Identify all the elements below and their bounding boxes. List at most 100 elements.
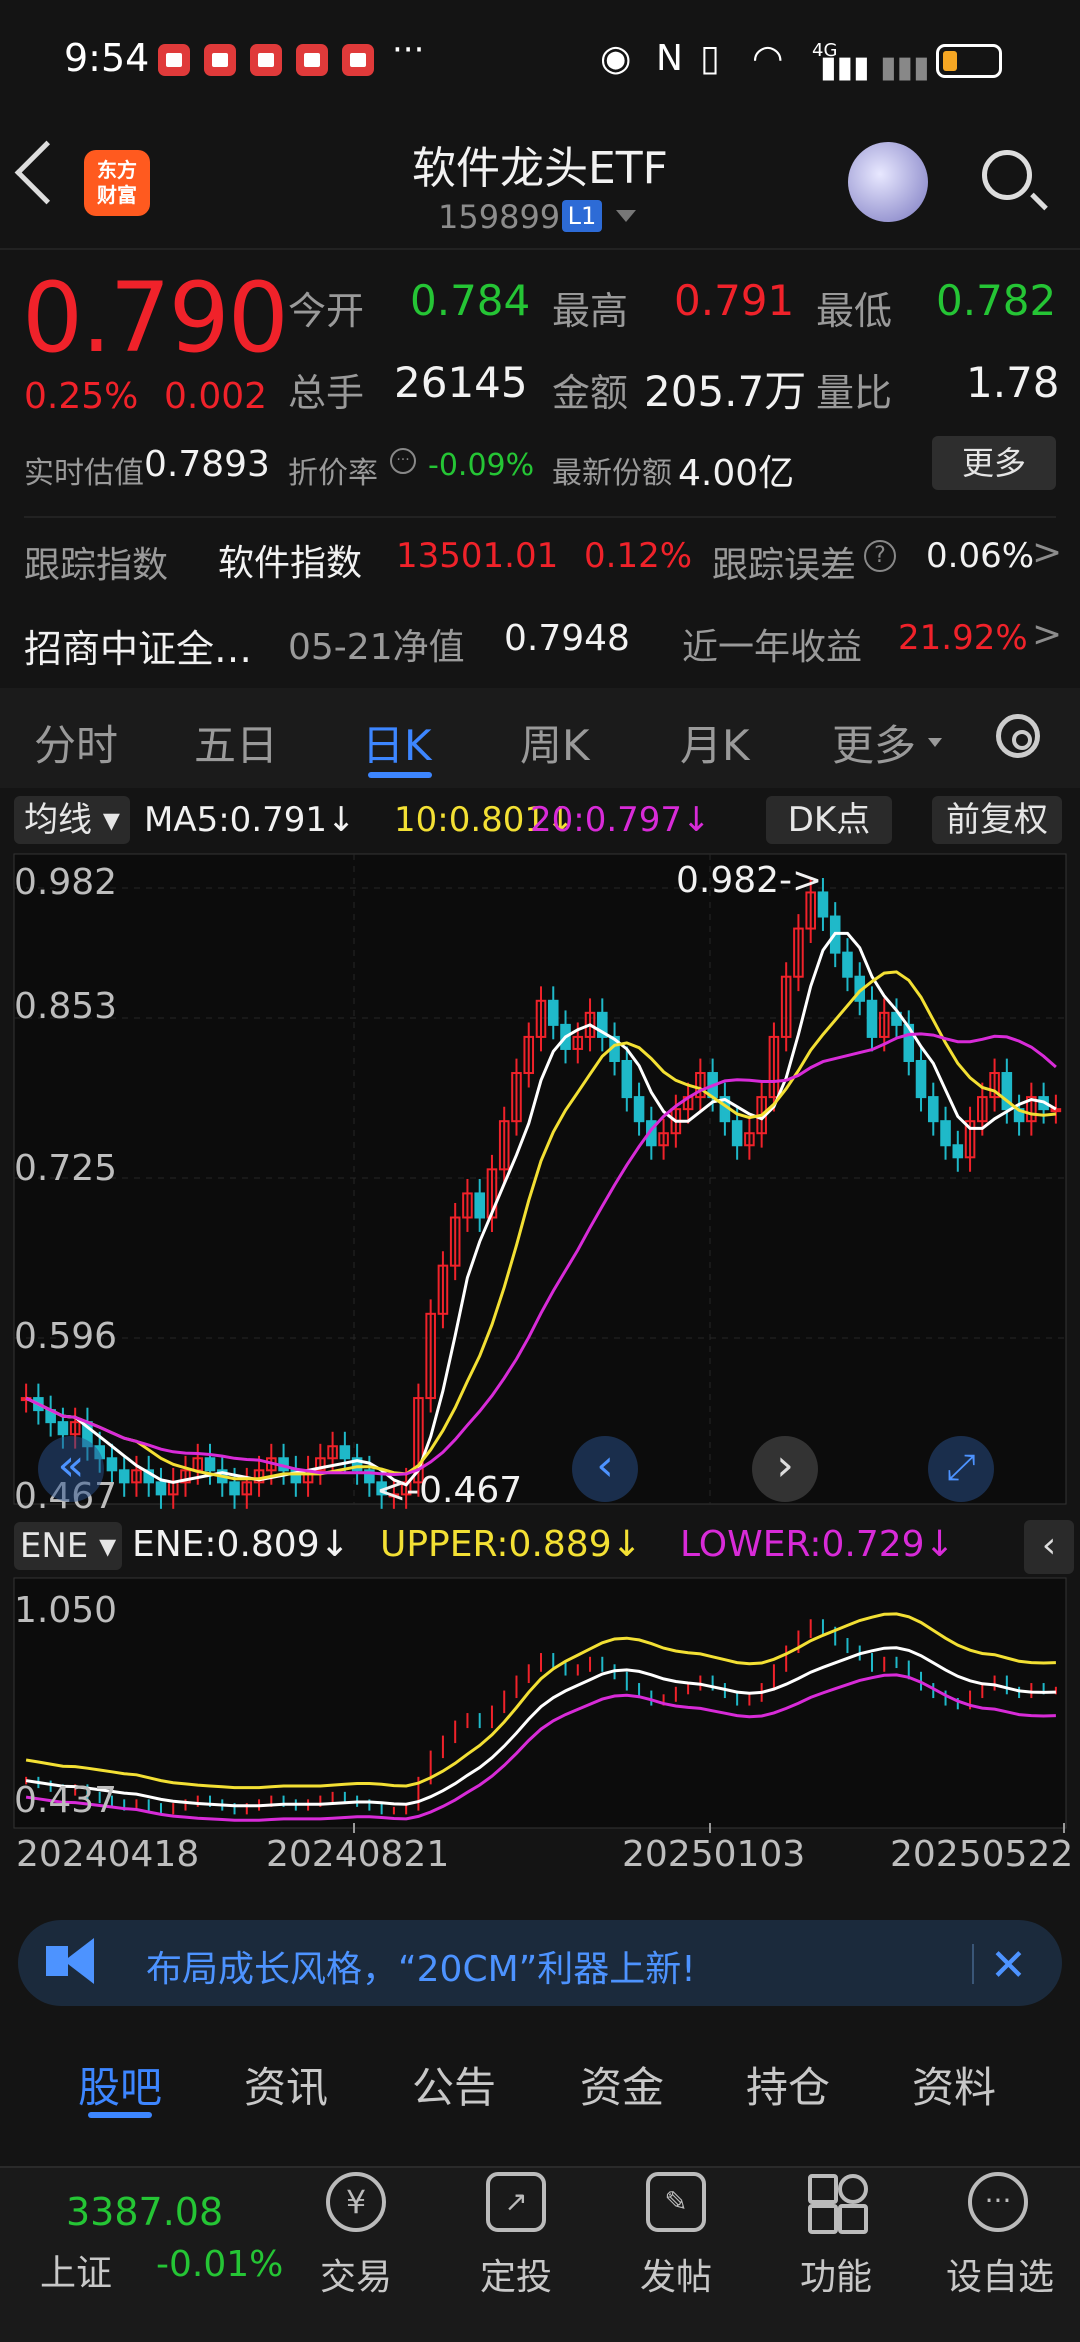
min-label: <-0.467: [376, 1470, 523, 1511]
tab-holdings[interactable]: 持仓: [746, 2054, 830, 2115]
tracking-index-label: 跟踪指数: [24, 545, 169, 586]
assistant-robot-icon[interactable]: [848, 142, 928, 222]
candle: [915, 1059, 927, 1099]
rewind-button[interactable]: «: [38, 1436, 104, 1502]
volume-ratio-value: 1.78: [966, 358, 1060, 407]
shares-value: 4.00亿: [678, 453, 795, 494]
candle: [118, 1469, 130, 1484]
tab-monthly-k[interactable]: 月K: [680, 712, 750, 773]
tab-profile[interactable]: 资料: [912, 2054, 996, 2115]
shares-label: 最新份额: [552, 456, 672, 491]
help-icon[interactable]: ?: [864, 540, 896, 572]
fund-name[interactable]: 招商中证全…: [24, 618, 252, 673]
active-tab-indicator: [88, 2112, 152, 2118]
change-pct: 0.25%: [24, 376, 139, 417]
stock-code[interactable]: 159899: [438, 198, 560, 236]
tab-announcements[interactable]: 公告: [412, 2054, 496, 2115]
watchlist-icon[interactable]: ···: [968, 2172, 1028, 2232]
volume-ratio-label: 量比: [816, 371, 893, 415]
low-label: 最低: [816, 289, 893, 333]
megaphone-icon: [46, 1938, 94, 1984]
chevron-down-icon[interactable]: [928, 738, 942, 747]
signal-icon: ▮▮▮: [820, 50, 870, 85]
tab-capital[interactable]: 资金: [580, 2054, 664, 2115]
chevron-right-icon[interactable]: >: [1032, 614, 1062, 655]
vibrate-icon: ▯: [700, 38, 720, 79]
tracking-error-value: 0.06%: [926, 536, 1035, 576]
amount-value: 205.7万: [644, 367, 807, 416]
tab-forum[interactable]: 股吧: [78, 2054, 162, 2115]
ma5-value: MA5:0.791↓: [144, 800, 356, 840]
tracking-index-value: 13501.01: [396, 536, 559, 576]
iopv-value: 0.7893: [144, 444, 270, 485]
battery-icon: [936, 44, 1002, 78]
candle: [229, 1481, 240, 1496]
candle: [339, 1445, 351, 1460]
ene-value: ENE:0.809↓: [132, 1524, 350, 1565]
tab-daily-k[interactable]: 日K: [362, 712, 432, 773]
gear-icon[interactable]: [996, 714, 1040, 758]
status-time: 9:54: [64, 36, 150, 80]
status-bar: 9:54 ··· ◉ N ▯ ◠ 4G ▮▮▮ ▮▮▮: [0, 0, 1080, 120]
candle: [731, 1120, 743, 1147]
candle: [1050, 1108, 1062, 1113]
ene-tick: 0.437: [14, 1780, 118, 1821]
more-button[interactable]: 更多: [932, 436, 1056, 490]
dk-point-button[interactable]: DK点: [766, 796, 892, 844]
next-button[interactable]: ›: [752, 1436, 818, 1502]
nav-functions[interactable]: 功能: [800, 2248, 872, 2300]
close-icon[interactable]: ✕: [990, 1940, 1027, 1991]
date-tick: 20250522: [890, 1834, 1074, 1875]
price-tick: 0.853: [14, 986, 118, 1027]
candle: [106, 1457, 118, 1472]
tab-news[interactable]: 资讯: [244, 2054, 328, 2115]
ene-lower-value: LOWER:0.729↓: [680, 1524, 955, 1565]
ene-selector[interactable]: ENE ▾: [14, 1522, 122, 1570]
nav-trade[interactable]: 交易: [320, 2248, 392, 2300]
fullscreen-icon[interactable]: ⤢: [928, 1436, 994, 1502]
premium-value: -0.09%: [428, 448, 535, 483]
ene-tick: 1.050: [14, 1590, 118, 1631]
tracking-index-name[interactable]: 软件指数: [218, 534, 362, 586]
iopv-label: 实时估值: [24, 456, 144, 491]
price-panel: [13, 853, 1067, 1505]
trade-icon[interactable]: ¥: [326, 2172, 386, 2232]
ma20-value: 20:0.797↓: [530, 800, 711, 840]
nav-post[interactable]: 发帖: [640, 2248, 712, 2300]
one-year-return-label: 近一年收益: [682, 627, 863, 668]
index-value[interactable]: 3387.08: [66, 2190, 223, 2234]
candle: [940, 1120, 951, 1147]
functions-icon[interactable]: [808, 2174, 868, 2234]
active-tab-indicator: [368, 772, 432, 778]
amount-label: 金额: [552, 371, 629, 415]
chevron-down-icon[interactable]: [616, 210, 636, 222]
search-icon[interactable]: [982, 150, 1032, 200]
banner-text[interactable]: 布局成长风格，“20CM”利器上新!: [146, 1940, 696, 1992]
notification-icon: [204, 44, 236, 76]
tab-weekly-k[interactable]: 周K: [520, 712, 590, 773]
nav-value: 0.7948: [504, 618, 630, 659]
nav-fixed-investment[interactable]: 定投: [480, 2248, 552, 2300]
tab-five-day[interactable]: 五日: [194, 712, 278, 773]
more-notifications-icon: ···: [392, 30, 425, 70]
collapse-icon[interactable]: ‹: [1024, 1520, 1074, 1574]
info-icon[interactable]: ···: [390, 448, 416, 474]
indicator-selector[interactable]: 均线 ▾: [14, 796, 130, 844]
chevron-right-icon[interactable]: >: [1032, 532, 1062, 573]
tab-intraday[interactable]: 分时: [34, 712, 118, 773]
level-badge[interactable]: L1: [562, 200, 602, 232]
tab-more[interactable]: 更多: [832, 712, 916, 773]
post-icon[interactable]: ✎: [646, 2172, 706, 2232]
index-pct[interactable]: -0.01%: [156, 2244, 283, 2285]
fixed-investment-icon[interactable]: ↗: [486, 2172, 546, 2232]
kline-chart[interactable]: [0, 848, 1080, 1908]
index-name[interactable]: 上证: [40, 2244, 112, 2296]
candle: [621, 1059, 633, 1099]
nav-add-watchlist[interactable]: 设自选: [946, 2248, 1054, 2300]
adjust-button[interactable]: 前复权: [932, 796, 1062, 844]
candle: [633, 1096, 645, 1123]
prev-button[interactable]: ‹: [572, 1436, 638, 1502]
high-value: 0.791: [674, 276, 795, 325]
divider: [24, 516, 1056, 518]
high-label: 最高: [552, 289, 629, 333]
